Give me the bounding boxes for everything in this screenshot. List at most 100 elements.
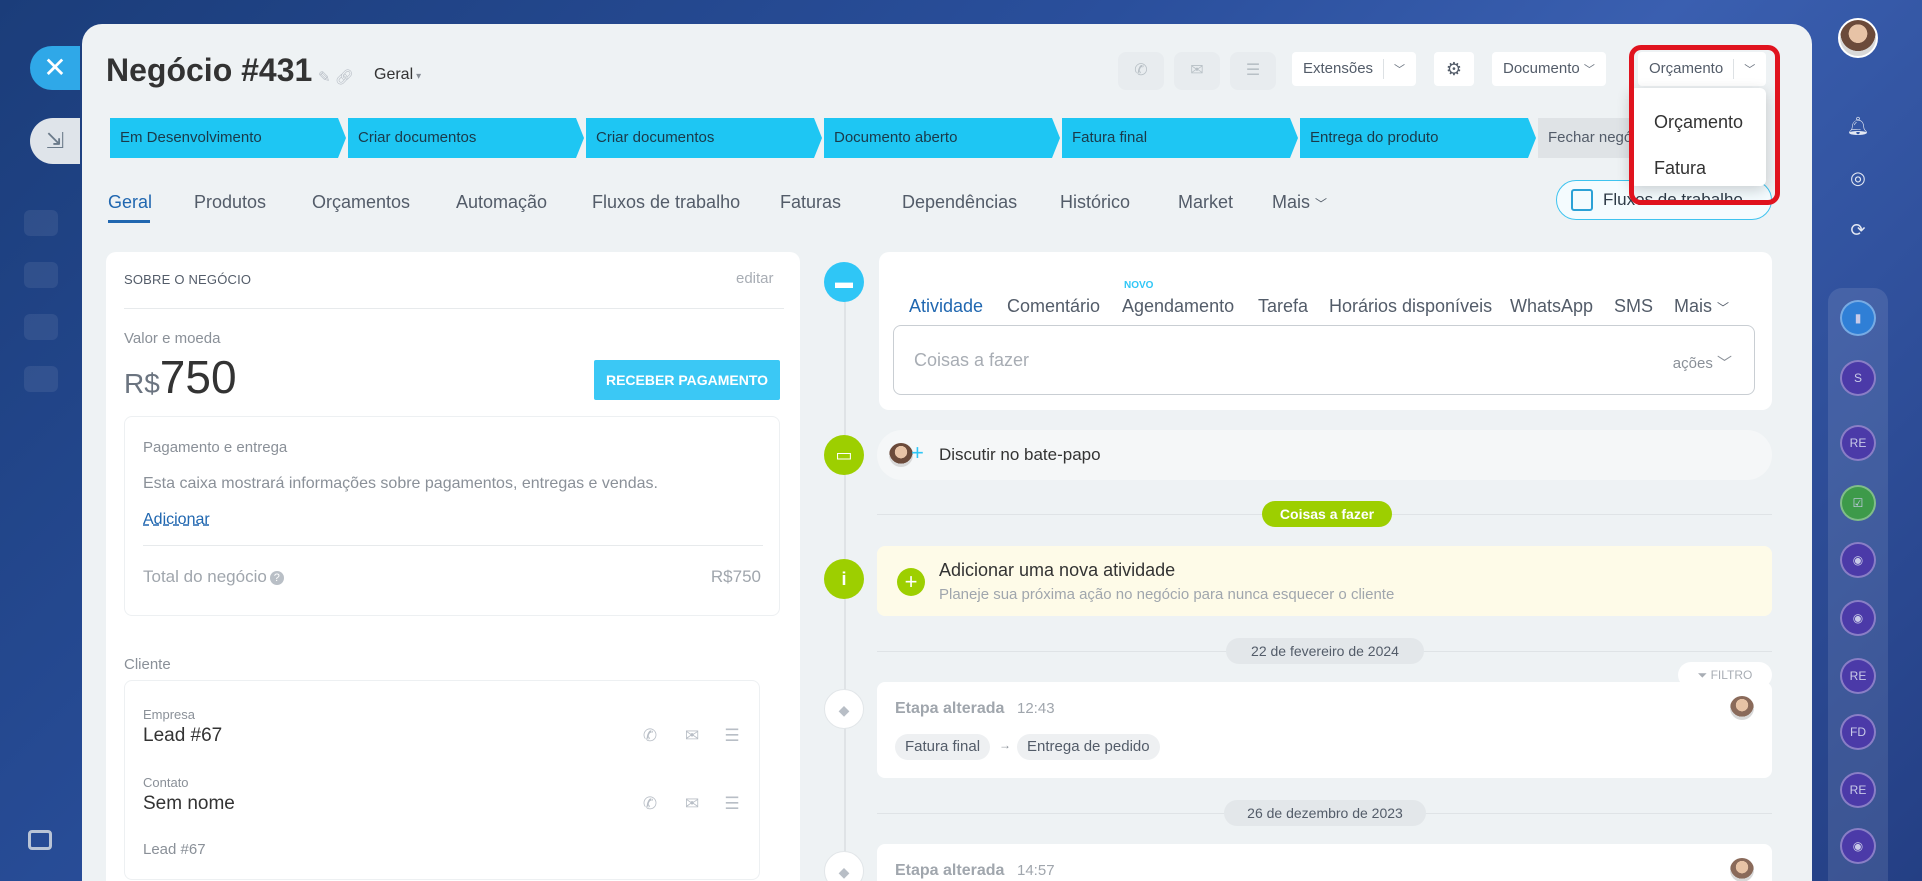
phone-icon[interactable]: ✆ [639, 795, 661, 813]
user-avatar[interactable] [1838, 18, 1878, 58]
tab-dependencies[interactable]: Dependências [902, 192, 1017, 213]
company-value[interactable]: Lead #67 [143, 725, 222, 747]
activity-tab[interactable]: SMS [1614, 296, 1653, 317]
divider [124, 308, 784, 309]
activity-tab[interactable]: Agendamento [1122, 296, 1234, 317]
stage-item[interactable]: Documento aberto [824, 118, 1060, 158]
tab-estimates[interactable]: Orçamentos [312, 192, 410, 213]
tab-products[interactable]: Produtos [194, 192, 266, 213]
activity-tab[interactable]: Tarefa [1258, 296, 1308, 317]
tab-history[interactable]: Histórico [1060, 192, 1130, 213]
new-activity-desc: Planeje sua próxima ação no negócio para… [939, 586, 1395, 603]
payment-desc: Esta caixa mostrará informações sobre pa… [143, 475, 658, 492]
bell-icon[interactable]: 🔔︎ [1840, 108, 1876, 144]
event-card: Etapa alterada 12:43 Fatura final → Entr… [877, 682, 1772, 778]
contact-value[interactable]: Sem nome [143, 793, 235, 815]
chat-bubble-icon: ▭ [824, 435, 864, 475]
contact-label: Contato [143, 775, 189, 790]
tab-more[interactable]: Mais ﹀ [1272, 192, 1327, 213]
deal-amount: R$750 [124, 351, 237, 403]
stage-item[interactable]: Entrega do produto [1300, 118, 1536, 158]
tab-automation[interactable]: Automação [456, 192, 547, 213]
date-separator: 26 de dezembro de 2023 [1224, 800, 1426, 826]
stage-tag: Fatura final [895, 734, 991, 760]
edit-link-icons[interactable]: ✎ 🔗︎ [318, 68, 354, 86]
rail-chat[interactable]: ◉ [1840, 828, 1876, 864]
stage-item[interactable]: Fatura final [1062, 118, 1298, 158]
activity-tab[interactable]: Horários disponíveis [1329, 296, 1492, 317]
discuss-chat-row[interactable]: + Discutir no bate-papo [877, 430, 1772, 480]
tab-workflows[interactable]: Fluxos de trabalho [592, 192, 740, 213]
rail-chat[interactable]: ◉ [1840, 600, 1876, 636]
left-rail: ✕ ⇲ [0, 0, 82, 881]
print-icon[interactable] [28, 830, 52, 850]
add-user-icon[interactable]: + [911, 440, 924, 466]
stage-item[interactable]: Em Desenvolvimento [110, 118, 346, 158]
new-activity-title: Adicionar uma nova atividade [939, 560, 1176, 580]
check-icon[interactable]: ☑ [1840, 485, 1876, 521]
phone-icon[interactable]: ✆ [639, 727, 661, 745]
tab-general[interactable]: Geral [108, 192, 152, 213]
document-button[interactable]: Documento ﹀ [1492, 52, 1606, 86]
rail-chat[interactable]: RE [1840, 658, 1876, 694]
chat-icon[interactable]: ☰ [721, 727, 743, 745]
chat-icon[interactable]: ☰ [721, 795, 743, 813]
tag-icon: ◆ [824, 851, 864, 881]
add-link[interactable]: Adicionar [143, 511, 210, 529]
deal-info-card: SOBRE O NEGÓCIO editar Valor e moeda R$7… [106, 252, 800, 881]
rail-chat[interactable]: S [1840, 360, 1876, 396]
receive-payment-button[interactable]: RECEBER PAGAMENTO [594, 360, 780, 400]
extensions-button[interactable]: Extensões ﹀ [1292, 52, 1417, 86]
info-icon: i [824, 559, 864, 599]
target-icon[interactable]: ◎ [1840, 160, 1876, 196]
help-icon[interactable]: ? [269, 570, 284, 585]
close-icon[interactable]: ✕ [30, 46, 80, 90]
rail-chat[interactable]: RE [1840, 425, 1876, 461]
rail-placeholder [24, 210, 58, 236]
plus-icon[interactable]: + [897, 568, 925, 596]
new-activity-card[interactable]: + Adicionar uma nova atividade Planeje s… [877, 546, 1772, 616]
active-tab-indicator [108, 220, 150, 223]
edit-link[interactable]: editar [736, 270, 774, 287]
mail-icon[interactable]: ✉ [681, 727, 703, 745]
gear-icon[interactable]: ⚙ [1434, 52, 1474, 86]
workflow-icon [1571, 189, 1593, 211]
activity-tab[interactable]: WhatsApp [1510, 296, 1593, 317]
stage-item[interactable]: Criar documentos [348, 118, 584, 158]
rail-chat[interactable]: ◉ [1840, 542, 1876, 578]
activity-tab[interactable]: Mais ﹀ [1674, 296, 1729, 317]
total-value: R$750 [710, 567, 761, 586]
value-label: Valor e moeda [124, 330, 221, 347]
chat-icon[interactable]: ☰ [1230, 52, 1276, 90]
phone-icon[interactable]: ✆ [1118, 52, 1164, 90]
minimize-icon[interactable]: ⇲ [30, 118, 80, 164]
tag-icon: ◆ [824, 689, 864, 729]
payment-title: Pagamento e entrega [143, 439, 288, 456]
sync-icon[interactable]: ⟳ [1840, 212, 1876, 248]
activity-tab[interactable]: Comentário [1007, 296, 1100, 317]
lead-ref: Lead #67 [143, 841, 206, 858]
todo-placeholder: Coisas a fazer [914, 350, 1030, 370]
arrow-icon: → [999, 738, 1011, 752]
deal-panel: Negócio #431 ✎ 🔗︎ Geral ▾ ✆ ✉ ☰ Extensões… [82, 24, 1812, 881]
avatar [889, 443, 913, 467]
mail-icon[interactable]: ✉ [1174, 52, 1220, 90]
actions-dropdown[interactable]: ações ﹀ [1673, 352, 1732, 373]
tab-market[interactable]: Market [1178, 192, 1233, 213]
category-selector[interactable]: Geral ▾ [374, 66, 421, 84]
bookmark-icon[interactable]: ▮ [1840, 300, 1876, 336]
new-badge: NOVO [1124, 280, 1154, 291]
activity-tab[interactable]: Atividade [909, 296, 983, 317]
client-title: Cliente [124, 656, 171, 673]
tab-invoices[interactable]: Faturas [780, 192, 841, 213]
company-label: Empresa [143, 707, 196, 722]
rail-chat[interactable]: RE [1840, 772, 1876, 808]
avatar [1730, 696, 1754, 720]
stage-item[interactable]: Criar documentos [586, 118, 822, 158]
rail-placeholder [24, 366, 58, 392]
avatar [1730, 858, 1754, 881]
highlight-box [1629, 45, 1780, 205]
todo-input[interactable]: Coisas a fazer ações ﹀ [893, 325, 1755, 395]
rail-chat[interactable]: FD [1840, 714, 1876, 750]
mail-icon[interactable]: ✉ [681, 795, 703, 813]
